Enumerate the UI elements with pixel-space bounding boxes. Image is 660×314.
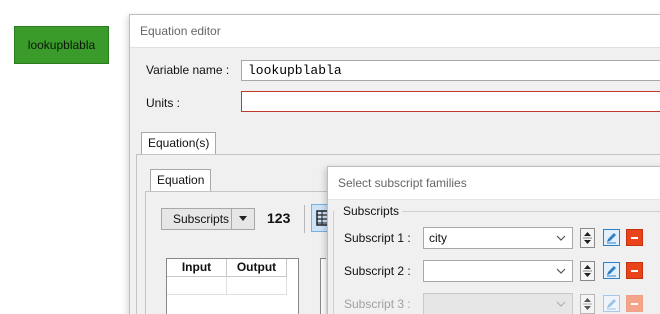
tab-equations[interactable]: Equation(s) <box>141 132 217 154</box>
table-cell[interactable] <box>227 277 287 295</box>
subscript-2-label: Subscript 2 : <box>344 264 411 278</box>
subscripts-group-label: Subscripts <box>343 204 400 218</box>
tab-equations-label: Equation(s) <box>148 136 210 150</box>
numeric-label: 123 <box>267 210 291 226</box>
subscript-1-value: city <box>429 231 447 245</box>
subscript-2-delete-button[interactable] <box>626 262 643 279</box>
units-label: Units : <box>146 96 181 110</box>
group-left-border <box>333 211 334 314</box>
variable-name-field[interactable]: lookupblabla <box>241 60 660 81</box>
subscript-3-spinner[interactable] <box>580 294 595 314</box>
dropdown-arrow-icon <box>232 209 254 229</box>
select-subscript-families-dialog: Select subscript families Subscripts Sub… <box>327 166 660 314</box>
subscript-3-edit-button[interactable] <box>603 295 620 312</box>
dialog-title: Select subscript families <box>328 167 660 200</box>
variable-name-label: Variable name : <box>146 63 230 77</box>
subscript-1-combo[interactable]: city <box>423 227 573 249</box>
subscript-1-spinner[interactable] <box>580 228 595 248</box>
subscript-1-edit-button[interactable] <box>603 229 620 246</box>
pencil-icon <box>607 299 616 310</box>
up-down-arrows-icon <box>583 298 592 310</box>
pencil-icon <box>607 233 616 244</box>
table-cell[interactable] <box>167 277 227 295</box>
chevron-down-icon <box>556 235 566 241</box>
subscript-1-label: Subscript 1 : <box>344 231 411 245</box>
variable-name-value: lookupblabla <box>248 63 342 78</box>
units-field[interactable] <box>241 91 660 112</box>
subscript-3-combo[interactable] <box>423 293 573 314</box>
variable-node-label: lookupblabla <box>27 38 96 52</box>
up-down-arrows-icon <box>583 265 592 277</box>
toolbar-divider <box>304 205 305 233</box>
subscripts-button-label: Subscripts <box>162 209 233 229</box>
lookup-table[interactable]: Input Output <box>166 258 299 314</box>
up-down-arrows-icon <box>583 232 592 244</box>
variable-node[interactable]: lookupblabla <box>14 26 109 64</box>
chevron-down-icon <box>556 268 566 274</box>
subscripts-dropdown-button[interactable]: Subscripts <box>161 208 255 230</box>
subscript-2-combo[interactable] <box>423 260 573 282</box>
tab-equation-label: Equation <box>157 173 205 187</box>
table-header-output: Output <box>227 259 287 277</box>
table-header-input: Input <box>167 259 227 277</box>
group-divider <box>402 211 660 212</box>
pencil-icon <box>607 266 616 277</box>
subscript-3-delete-button[interactable] <box>626 295 643 312</box>
subscript-2-spinner[interactable] <box>580 261 595 281</box>
window-title: Equation editor <box>130 15 660 48</box>
subscript-3-label: Subscript 3 : <box>344 297 411 311</box>
subscript-2-edit-button[interactable] <box>603 262 620 279</box>
tab-equation[interactable]: Equation <box>150 169 212 191</box>
chevron-down-icon <box>556 301 566 307</box>
graph-area <box>320 258 326 314</box>
subscript-1-delete-button[interactable] <box>626 229 643 246</box>
